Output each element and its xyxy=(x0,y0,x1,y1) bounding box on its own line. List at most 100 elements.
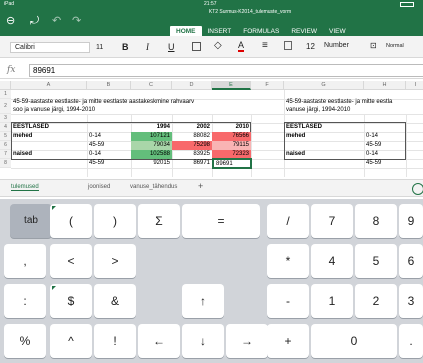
key-7[interactable]: 7 xyxy=(311,204,353,238)
column-header-g[interactable]: G xyxy=(284,81,364,90)
redo-icon[interactable]: ↷ xyxy=(72,16,81,27)
right-cell-age[interactable]: 45-59 xyxy=(364,159,383,168)
cell-value[interactable]: 107121 xyxy=(131,132,172,141)
sheet-tab-joonised[interactable]: joonised xyxy=(88,184,110,190)
row-header-2[interactable]: 2 xyxy=(0,99,11,114)
cell-header-label[interactable]: EESTLASED xyxy=(11,123,51,132)
cell-value[interactable]: 83925 xyxy=(172,150,212,159)
key-dollar[interactable]: $ xyxy=(50,284,92,318)
key-tab[interactable]: tab xyxy=(10,204,52,238)
key-decimal[interactable]: . xyxy=(399,324,423,358)
wrap-text-icon[interactable] xyxy=(284,41,292,50)
cell-header-2002[interactable]: 2002 xyxy=(172,123,212,132)
cell-group[interactable]: mehed xyxy=(11,132,34,141)
number-format-select[interactable]: Number xyxy=(324,42,349,49)
key-minus[interactable]: - xyxy=(267,284,309,318)
column-header-c[interactable]: C xyxy=(131,81,172,90)
key-equals[interactable]: = xyxy=(182,204,260,238)
italic-button[interactable]: I xyxy=(146,42,149,52)
underline-button[interactable]: U xyxy=(168,42,175,52)
tab-formulas[interactable]: FORMULAS xyxy=(237,26,285,36)
column-header-e[interactable]: E xyxy=(212,81,251,90)
key-colon[interactable]: : xyxy=(4,284,46,318)
cell-age[interactable]: 0-14 xyxy=(87,150,103,159)
right-cell-group[interactable]: mehed xyxy=(284,132,307,141)
keyboard-toggle-icon[interactable] xyxy=(412,183,423,195)
key-ampersand[interactable]: & xyxy=(94,284,136,318)
sheet-tab-vanuse-tahendus[interactable]: vanuse_tähendus xyxy=(130,184,177,190)
row-header-7[interactable]: 7 xyxy=(0,150,11,159)
cell-value[interactable]: 86971 xyxy=(172,159,212,168)
key-arrow-right[interactable]: → xyxy=(226,324,268,358)
key-close-paren[interactable]: ) xyxy=(94,204,136,238)
cell-value[interactable]: 79115 xyxy=(212,141,251,150)
tab-insert[interactable]: INSERT xyxy=(202,26,238,36)
key-0[interactable]: 0 xyxy=(311,324,397,358)
undo-icon[interactable]: ↶ xyxy=(52,16,61,27)
key-5[interactable]: 5 xyxy=(355,244,397,278)
key-plus[interactable]: + xyxy=(267,324,309,358)
align-icon[interactable]: ≡ xyxy=(262,40,268,51)
cell-value[interactable]: 75298 xyxy=(172,141,212,150)
back-icon[interactable]: ⊖ xyxy=(6,16,15,27)
formula-input[interactable]: 89691 xyxy=(29,64,423,77)
cell-age[interactable]: 45-59 xyxy=(87,159,106,168)
cell-style-icon[interactable]: ⊡ xyxy=(370,41,377,50)
column-header-h[interactable]: H xyxy=(364,81,406,90)
key-8[interactable]: 8 xyxy=(355,204,397,238)
column-header-a[interactable]: A xyxy=(11,81,87,90)
cell-value[interactable]: 88082 xyxy=(172,132,212,141)
sheet-tab-tulemused[interactable]: tulemused xyxy=(11,184,39,191)
right-table-title-line2[interactable]: vanuse järgi, 1994-2010 xyxy=(284,106,352,115)
key-caret[interactable]: ^ xyxy=(50,324,92,358)
font-color-button[interactable]: A xyxy=(238,41,245,52)
row-header-6[interactable]: 6 xyxy=(0,141,11,150)
cell-value[interactable]: 102588 xyxy=(131,150,172,159)
cell-header-2010[interactable]: 2010 xyxy=(212,123,251,132)
column-header-b[interactable]: B xyxy=(87,81,131,90)
key-1[interactable]: 1 xyxy=(311,284,353,318)
cell-value[interactable]: 92015 xyxy=(131,159,172,168)
key-6[interactable]: 6 xyxy=(399,244,423,278)
tab-view[interactable]: VIEW xyxy=(323,26,352,36)
key-arrow-down[interactable]: ↓ xyxy=(182,324,224,358)
key-sum[interactable]: Σ xyxy=(138,204,180,238)
cell-value[interactable]: 79034 xyxy=(131,141,172,150)
column-header-d[interactable]: D xyxy=(172,81,212,90)
fill-color-icon[interactable]: ◇ xyxy=(214,40,222,51)
key-2[interactable]: 2 xyxy=(355,284,397,318)
key-comma[interactable]: , xyxy=(4,244,46,278)
cell-style-select[interactable]: Normal xyxy=(386,43,404,49)
cell-age[interactable]: 0-14 xyxy=(87,132,103,141)
key-divide[interactable]: / xyxy=(267,204,309,238)
row-header-1[interactable]: 1 xyxy=(0,90,11,99)
table-title-line2[interactable]: soo ja vanuse järgi, 1994-2010 xyxy=(11,106,97,115)
key-arrow-left[interactable]: ← xyxy=(138,324,180,358)
row-header-8[interactable]: 8 xyxy=(0,159,11,168)
key-arrow-up[interactable]: ↑ xyxy=(182,284,224,318)
right-cell-header[interactable]: EESTLASED xyxy=(284,123,324,132)
bold-button[interactable]: B xyxy=(122,42,129,52)
column-header-i[interactable]: I xyxy=(406,81,423,90)
key-greater-than[interactable]: > xyxy=(94,244,136,278)
right-cell-age[interactable]: 0-14 xyxy=(364,132,380,141)
tab-review[interactable]: REVIEW xyxy=(285,26,323,36)
select-all-corner[interactable] xyxy=(0,81,11,90)
key-9[interactable]: 9 xyxy=(399,204,423,238)
cell-header-1994[interactable]: 1994 xyxy=(131,123,172,132)
right-cell-age[interactable]: 0-14 xyxy=(364,150,380,159)
row-header-4[interactable]: 4 xyxy=(0,123,11,132)
font-name-select[interactable]: Calibri xyxy=(10,42,90,53)
key-percent[interactable]: % xyxy=(4,324,46,358)
cell-age[interactable]: 45-59 xyxy=(87,141,106,150)
share-icon[interactable]: ⤾ xyxy=(30,16,39,27)
cell-group[interactable]: naised xyxy=(11,150,34,159)
font-size-select[interactable]: 11 xyxy=(96,42,103,53)
tab-home[interactable]: HOME xyxy=(170,26,202,36)
key-exclamation[interactable]: ! xyxy=(94,324,136,358)
key-multiply[interactable]: * xyxy=(267,244,309,278)
key-4[interactable]: 4 xyxy=(311,244,353,278)
key-less-than[interactable]: < xyxy=(50,244,92,278)
key-open-paren[interactable]: ( xyxy=(50,204,92,238)
cell-value[interactable]: 76566 xyxy=(212,132,251,141)
